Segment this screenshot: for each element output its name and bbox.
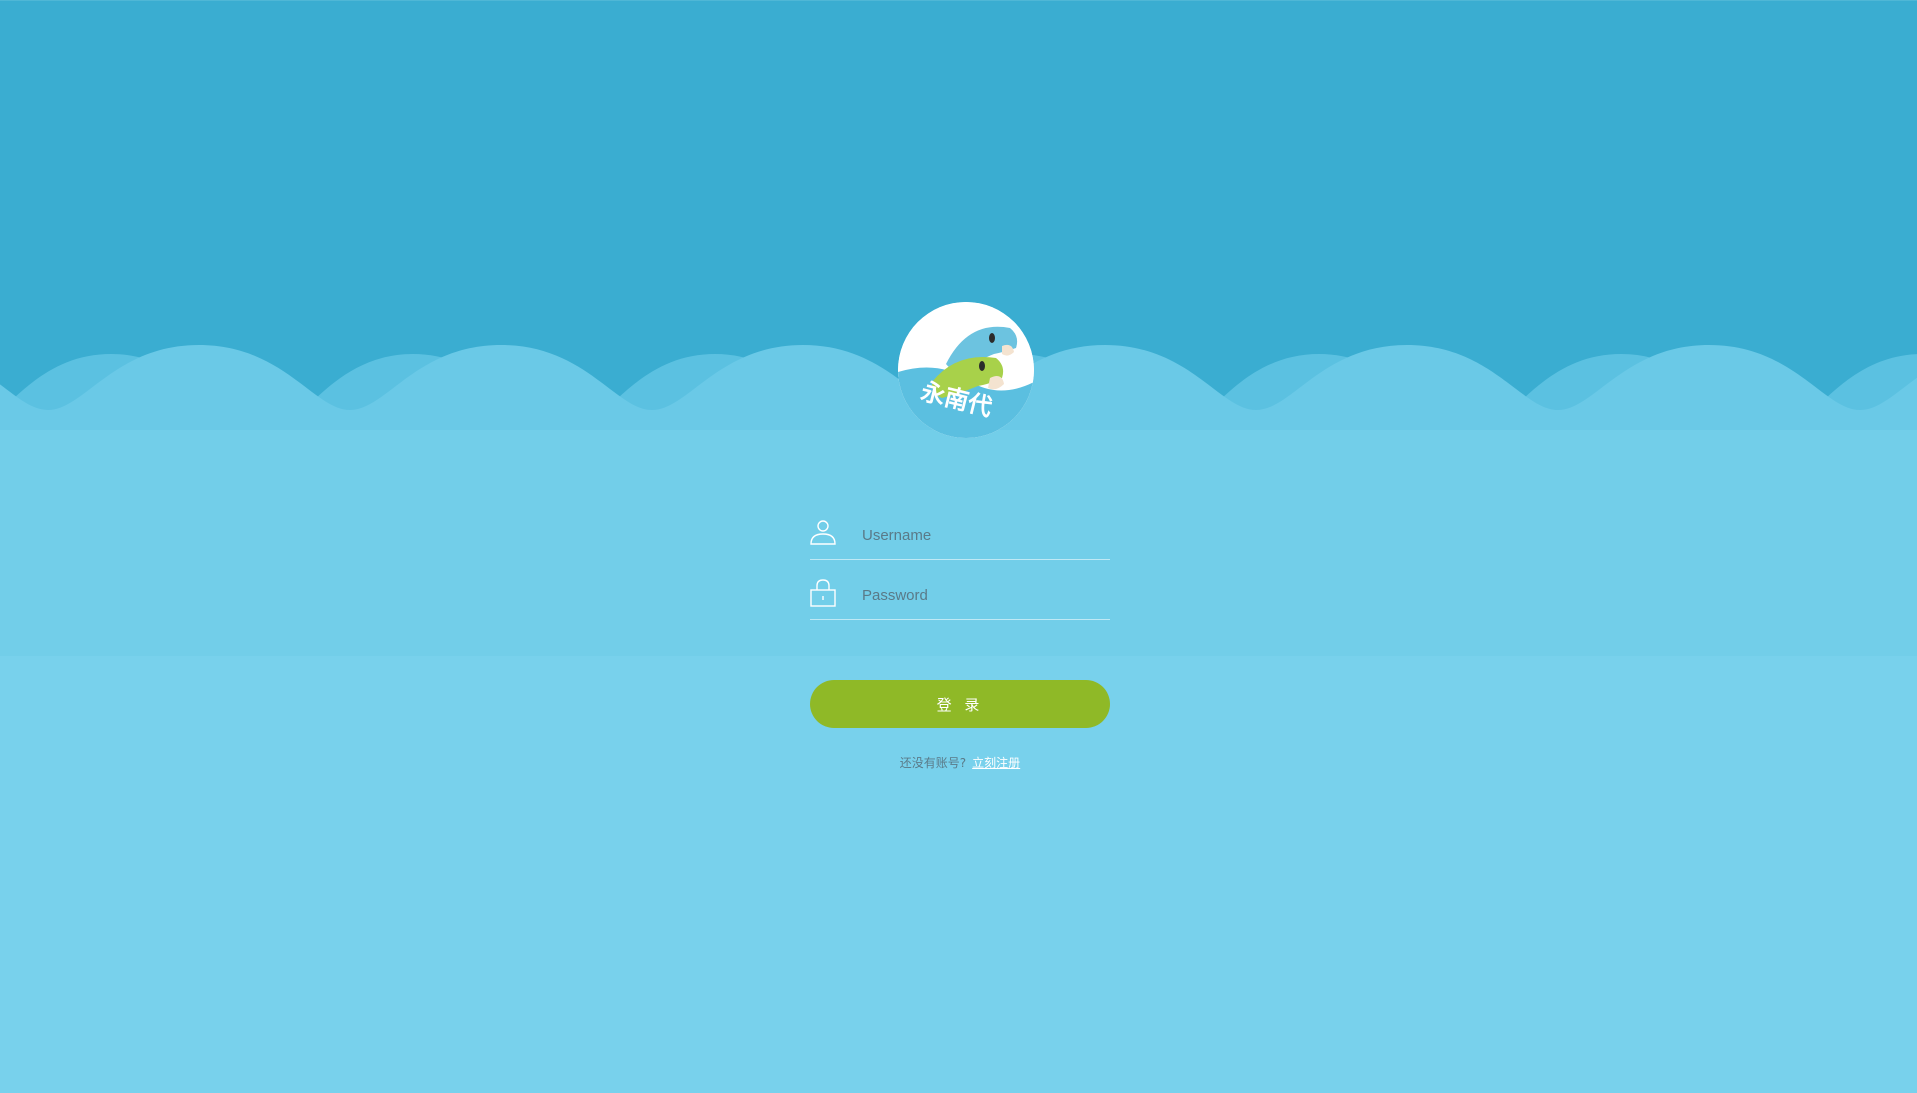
password-field bbox=[810, 574, 1110, 620]
login-form bbox=[810, 514, 1110, 634]
register-link[interactable]: 立刻注册 bbox=[972, 756, 1020, 770]
register-prompt: 还没有账号? 立刻注册 bbox=[810, 754, 1110, 771]
lock-icon bbox=[810, 579, 836, 607]
login-button[interactable]: 登 录 bbox=[810, 680, 1110, 728]
password-input[interactable] bbox=[862, 574, 1102, 616]
username-input[interactable] bbox=[862, 514, 1102, 556]
dolphin-logo-icon: 永南代 bbox=[898, 302, 1034, 438]
user-icon bbox=[810, 520, 836, 545]
register-prompt-text: 还没有账号? bbox=[899, 756, 967, 770]
login-page: 永南代 登 录 还没有账号? 立刻注册 bbox=[0, 0, 1917, 1093]
username-field bbox=[810, 514, 1110, 560]
